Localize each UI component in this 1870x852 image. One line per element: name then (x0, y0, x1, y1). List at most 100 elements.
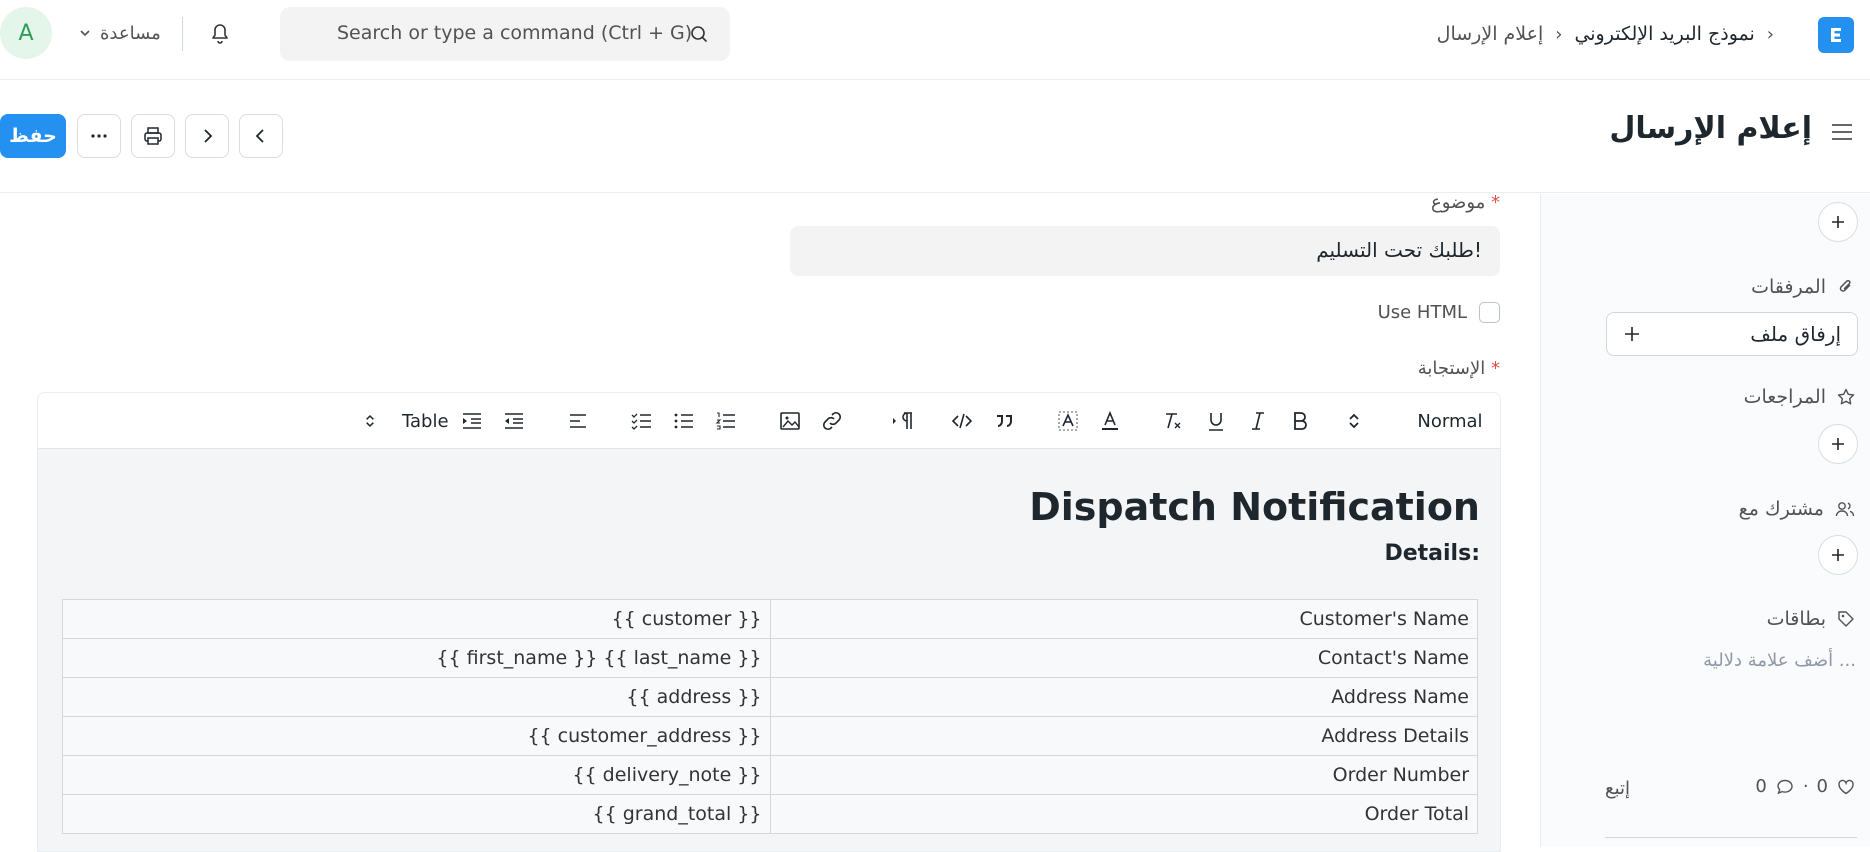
search-input[interactable]: Search or type a command (Ctrl + G) (337, 22, 692, 44)
table-row: {{ grand_total }} Order Total (62, 794, 1478, 834)
bold-icon[interactable] (1286, 407, 1314, 435)
background-color-icon[interactable] (1054, 407, 1082, 435)
previous-doc-button[interactable] (239, 114, 283, 158)
attachments-label: المرفقات (1751, 276, 1826, 298)
add-assign-button[interactable] (1818, 202, 1858, 242)
notifications-bell-icon[interactable] (205, 18, 235, 48)
table-cell-value[interactable]: {{ delivery_note }} (62, 755, 771, 795)
breadcrumb-current[interactable]: إعلام الإرسال (1437, 23, 1544, 45)
sidebar-divider (1605, 837, 1857, 838)
indent-increase-icon[interactable] (458, 407, 486, 435)
table-cell-label[interactable]: Order Number (769, 755, 1478, 795)
breadcrumb-email-template[interactable]: نموذج البريد الإلكتروني (1574, 23, 1754, 45)
ordered-list-icon[interactable] (712, 407, 740, 435)
underline-icon[interactable] (1202, 407, 1230, 435)
response-label-text: الإستجابة (1417, 358, 1486, 379)
table-cell-label[interactable]: Address Name (769, 677, 1478, 717)
details-table: {{ customer }} Customer's Name{{ first_na… (62, 599, 1478, 834)
check-list-icon[interactable] (628, 407, 656, 435)
next-doc-button[interactable] (185, 114, 229, 158)
table-cell-value[interactable]: {{ address }} (62, 677, 771, 717)
text-style-select[interactable]: Normal (1408, 407, 1492, 435)
select-arrows-icon[interactable] (1342, 407, 1366, 435)
help-dropdown[interactable]: مساعدة (78, 18, 161, 48)
comment-icon[interactable] (1775, 777, 1795, 797)
table-cell-value[interactable]: {{ customer_address }} (62, 716, 771, 756)
search-icon (691, 26, 708, 43)
app-logo[interactable] (1818, 17, 1854, 53)
clear-format-icon[interactable] (1158, 407, 1186, 435)
heart-icon[interactable] (1836, 777, 1856, 797)
table-row: {{ first_name }} {{ last_name }} Contact'… (62, 638, 1478, 678)
doc-stats: 0 · 0 (1755, 776, 1856, 797)
print-button[interactable] (131, 114, 175, 158)
search-bar[interactable]: Search or type a command (Ctrl + G) (280, 7, 730, 61)
add-share-button[interactable] (1818, 535, 1858, 575)
chevron-right-icon: › (1766, 23, 1774, 45)
align-icon[interactable] (564, 407, 592, 435)
reviews-section-label: المراجعات (1744, 386, 1856, 408)
page-header: إعلام الإرسال حفظ (0, 81, 1870, 193)
attach-file-label: إرفاق ملف (1750, 322, 1841, 346)
text-direction-icon[interactable] (888, 407, 918, 435)
required-mark: * (1491, 358, 1500, 379)
response-label: الإستجابة * (1418, 358, 1500, 379)
table-row: {{ address }} Address Name (62, 677, 1478, 717)
content-subheading: Details: (1384, 541, 1480, 566)
erpnext-logo-icon (1831, 28, 1841, 42)
link-icon[interactable] (818, 407, 846, 435)
table-cell-value[interactable]: {{ grand_total }} (62, 794, 771, 834)
table-cell-label[interactable]: Address Details (769, 716, 1478, 756)
tags-label: بطاقات (1766, 608, 1826, 630)
table-cell-label[interactable]: Contact's Name (769, 638, 1478, 678)
table-select[interactable]: Table (360, 407, 460, 435)
select-arrows-icon (366, 414, 374, 428)
code-block-icon[interactable] (948, 407, 976, 435)
table-cell-label[interactable]: Customer's Name (769, 599, 1478, 639)
more-dots-icon (91, 134, 107, 138)
plus-icon (1832, 549, 1844, 561)
chevron-right-icon: › (1555, 23, 1563, 45)
plus-icon (1832, 216, 1844, 228)
add-review-button[interactable] (1818, 424, 1858, 464)
content-heading: Dispatch Notification (1029, 485, 1480, 529)
use-html-label: Use HTML (1377, 302, 1467, 323)
table-cell-value[interactable]: {{ customer }} (62, 599, 771, 639)
table-cell-label[interactable]: Order Total (769, 794, 1478, 834)
printer-icon (144, 127, 162, 145)
follow-button[interactable]: إتبع (1605, 778, 1630, 799)
plus-icon (1832, 438, 1844, 450)
table-row: {{ customer_address }} Address Details (62, 716, 1478, 756)
add-tag-input[interactable]: أضف علامة دلالية ... (1703, 650, 1856, 671)
subject-field[interactable]: طلبك تحت التسليم! (790, 226, 1500, 276)
table-cell-value[interactable]: {{ first_name }} {{ last_name }} (62, 638, 771, 678)
font-color-icon[interactable] (1096, 407, 1124, 435)
tag-icon (1838, 611, 1854, 627)
blockquote-icon[interactable] (990, 407, 1018, 435)
likes-count: 0 (1816, 776, 1828, 797)
breadcrumb: › نموذج البريد الإلكتروني › إعلام الإرسا… (1437, 19, 1774, 49)
table-label: Table (402, 410, 449, 432)
subject-label: موضوع * (1431, 192, 1500, 213)
reviews-label: المراجعات (1743, 386, 1826, 408)
shared-with-label: مشترك مع (1738, 498, 1824, 520)
shared-with-section-label: مشترك مع (1739, 498, 1856, 520)
editor-content[interactable]: Dispatch Notification Details: {{ custom… (38, 449, 1500, 851)
indent-decrease-icon[interactable] (500, 407, 528, 435)
user-avatar[interactable]: A (0, 7, 52, 59)
menu-toggle-icon[interactable] (1828, 119, 1856, 145)
save-button[interactable]: حفظ (0, 114, 66, 158)
attach-file-button[interactable]: إرفاق ملف (1606, 312, 1858, 356)
bullet-list-icon[interactable] (670, 407, 698, 435)
form-sidebar: المرفقات إرفاق ملف المراجعات مشترك مع بط… (1540, 194, 1870, 847)
users-icon (1835, 502, 1855, 517)
italic-icon[interactable] (1244, 407, 1272, 435)
tags-section-label: بطاقات (1767, 608, 1856, 630)
chevron-down-icon (80, 30, 90, 37)
use-html-toggle[interactable]: Use HTML (1378, 302, 1500, 323)
image-icon[interactable] (776, 407, 804, 435)
more-actions-button[interactable] (77, 114, 121, 158)
use-html-checkbox[interactable] (1479, 302, 1500, 323)
page-title: إعلام الإرسال (1609, 111, 1812, 146)
star-icon (1837, 388, 1855, 405)
